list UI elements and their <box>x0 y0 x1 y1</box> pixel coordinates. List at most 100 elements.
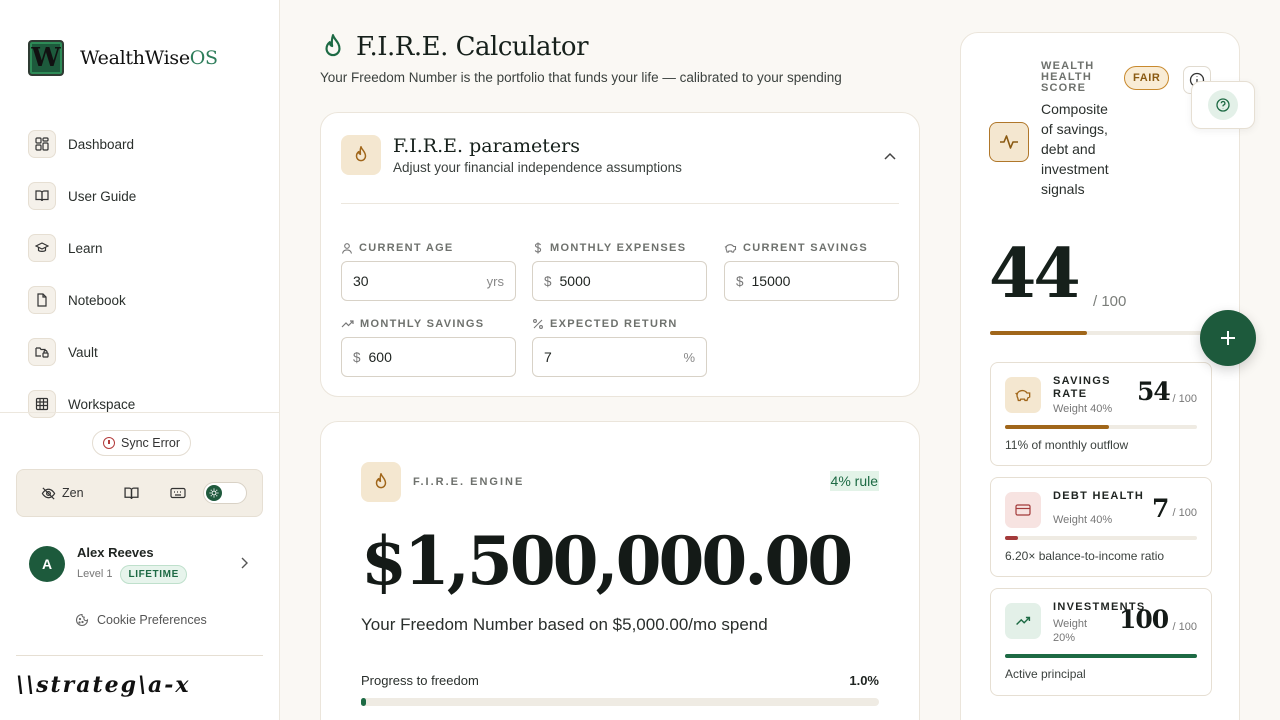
savings-rate-bar <box>1005 425 1197 429</box>
expected-return-field: EXPECTED RETURN 7 % <box>532 317 707 377</box>
progress-bar <box>361 698 879 706</box>
progress-label: Progress to freedom <box>361 673 479 688</box>
score-bar <box>990 331 1210 335</box>
page-title: F.I.R.E. Calculator <box>320 32 589 62</box>
sidebar-item-label: Dashboard <box>68 136 135 152</box>
savings-rate-card[interactable]: SAVINGS RATE Weight 40% 54 / 100 11% of … <box>990 362 1212 466</box>
trending-up-icon <box>1005 603 1041 639</box>
eye-off-icon <box>41 486 56 500</box>
zen-mode-button[interactable]: Zen <box>41 486 108 501</box>
monthly-savings-field: MONTHLY SAVINGS $ 600 <box>341 317 516 377</box>
sidebar-item-learn[interactable]: Learn <box>28 222 258 274</box>
sync-status-button[interactable]: Sync Error <box>92 430 192 456</box>
graduation-cap-icon <box>28 234 56 262</box>
current-age-input[interactable]: 30 yrs <box>341 261 516 301</box>
cookie-label: Cookie Preferences <box>97 613 207 627</box>
avatar: A <box>29 546 65 582</box>
dollar-icon <box>534 242 542 254</box>
current-savings-input[interactable]: $ 15000 <box>724 261 899 301</box>
brand-logo: W <box>28 40 64 76</box>
flame-icon <box>361 462 401 502</box>
keyboard-shortcuts-button[interactable] <box>155 486 202 500</box>
reader-button[interactable] <box>108 486 155 501</box>
add-button[interactable] <box>1200 310 1256 366</box>
current-age-field: CURRENT AGE 30 yrs <box>341 241 516 301</box>
sidebar-item-notebook[interactable]: Notebook <box>28 274 258 326</box>
debt-health-weight: Weight 40% <box>1053 514 1113 526</box>
debt-health-bar <box>1005 536 1197 540</box>
investments-out-of: / 100 <box>1172 621 1197 633</box>
help-circle-icon <box>1208 90 1238 120</box>
user-profile[interactable]: A Alex Reeves Level 1 LIFETIME <box>29 542 249 586</box>
zen-label: Zen <box>62 486 84 500</box>
sidebar-nav: Dashboard User Guide Learn Notebook Vaul… <box>28 118 258 430</box>
grid-icon <box>28 130 56 158</box>
folder-lock-icon <box>28 338 56 366</box>
engine-label: F.I.R.E. ENGINE <box>413 476 525 488</box>
piggy-bank-icon <box>1005 377 1041 413</box>
expected-return-label: EXPECTED RETURN <box>532 317 707 331</box>
sidebar-item-label: Workspace <box>68 396 136 412</box>
plan-badge: LIFETIME <box>120 564 187 584</box>
cookie-preferences-link[interactable]: Cookie Preferences <box>75 613 207 627</box>
alert-circle-icon <box>103 437 115 449</box>
sidebar-toolbar: Zen <box>16 469 263 517</box>
score-value: 44 <box>989 234 1081 314</box>
book-open-icon <box>124 487 139 499</box>
user-name: Alex Reeves <box>77 544 154 560</box>
help-button[interactable] <box>1191 81 1255 129</box>
piggy-bank-icon <box>724 244 737 253</box>
chevron-up-icon[interactable] <box>883 151 897 161</box>
sun-icon <box>205 485 222 501</box>
sidebar-item-dashboard[interactable]: Dashboard <box>28 118 258 170</box>
wealth-health-card: WEALTH HEALTH SCORE Composite of savings… <box>960 32 1240 720</box>
rating-badge: FAIR <box>1124 66 1170 90</box>
monthly-expenses-input[interactable]: $ 5000 <box>532 261 707 301</box>
params-divider <box>341 203 899 204</box>
monthly-savings-input[interactable]: $ 600 <box>341 337 516 377</box>
engine-header: F.I.R.E. ENGINE <box>361 462 524 502</box>
table-icon <box>28 390 56 418</box>
sidebar-item-label: Learn <box>68 240 103 256</box>
user-level: Level 1 <box>77 568 113 580</box>
sidebar-item-label: Vault <box>68 344 98 360</box>
flame-icon <box>325 34 341 57</box>
monthly-savings-label: MONTHLY SAVINGS <box>341 317 516 331</box>
sidebar: W WealthWiseOS Dashboard User Guide Lear… <box>0 0 280 720</box>
chevron-right-icon <box>241 557 248 569</box>
user-icon <box>341 243 353 254</box>
current-savings-label: CURRENT SAVINGS <box>724 241 899 255</box>
score-out-of: / 100 <box>1093 293 1127 310</box>
theme-toggle[interactable] <box>201 482 248 504</box>
page-title-text: F.I.R.E. Calculator <box>356 32 589 62</box>
expected-return-input[interactable]: 7 % <box>532 337 707 377</box>
brand-name: WealthWiseOS <box>80 47 218 69</box>
savings-rate-title: SAVINGS RATE <box>1053 375 1111 400</box>
brand[interactable]: W WealthWiseOS <box>28 40 218 76</box>
sidebar-item-label: Notebook <box>68 292 126 308</box>
flame-icon <box>341 135 381 175</box>
sidebar-item-user-guide[interactable]: User Guide <box>28 170 258 222</box>
book-icon <box>28 182 56 210</box>
debt-health-bar-fill <box>1005 536 1019 540</box>
page-subtitle: Your Freedom Number is the portfolio tha… <box>320 70 842 85</box>
file-icon <box>28 286 56 314</box>
sidebar-item-vault[interactable]: Vault <box>28 326 258 378</box>
trending-up-icon <box>341 320 354 328</box>
current-age-label: CURRENT AGE <box>341 241 516 255</box>
footer-divider <box>16 655 263 656</box>
cookie-icon <box>75 613 89 627</box>
debt-health-out-of: / 100 <box>1172 507 1197 519</box>
sidebar-item-workspace[interactable]: Workspace <box>28 378 258 430</box>
user-level-row: Level 1 LIFETIME <box>77 564 187 584</box>
sync-status-label: Sync Error <box>121 436 181 450</box>
investments-note: Active principal <box>1005 667 1086 681</box>
debt-health-note: 6.20× balance-to-income ratio <box>1005 549 1165 563</box>
debt-health-card[interactable]: DEBT HEALTH Weight 40% 7 / 100 6.20× bal… <box>990 477 1212 577</box>
sidebar-item-label: User Guide <box>68 188 137 204</box>
fire-parameters-card: F.I.R.E. parameters Adjust your financia… <box>320 112 920 397</box>
progress-value: 1.0% <box>849 673 879 688</box>
investments-card[interactable]: INVESTMENTS Weight 20% 100 / 100 Active … <box>990 588 1212 696</box>
current-savings-field: CURRENT SAVINGS $ 15000 <box>724 241 899 301</box>
params-title: F.I.R.E. parameters <box>393 135 580 157</box>
